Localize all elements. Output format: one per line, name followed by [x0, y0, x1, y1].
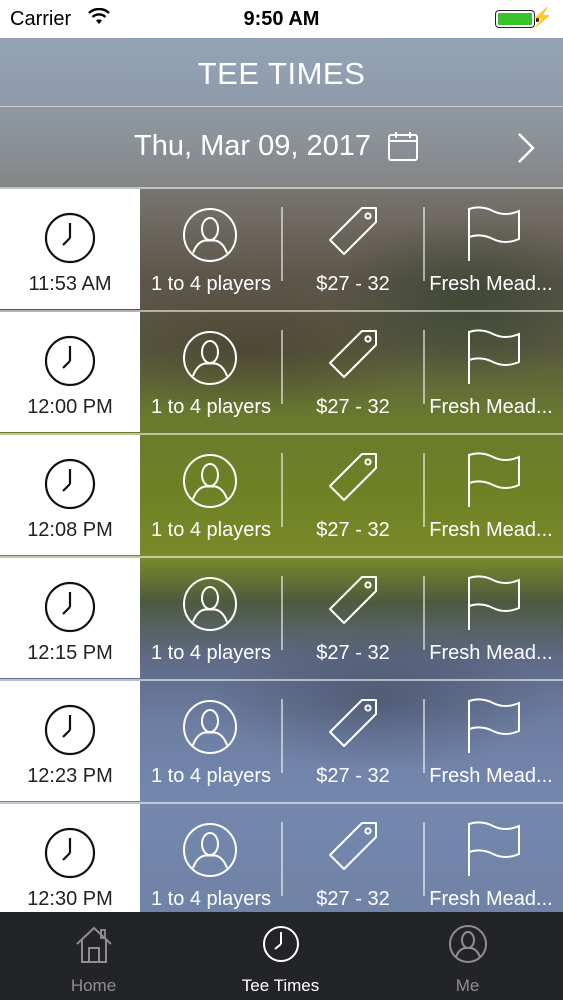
time-cell: 12:30 PM [0, 804, 140, 924]
tee-time-label: 12:23 PM [27, 765, 113, 787]
tab-tee-times[interactable]: Tee Times [187, 912, 374, 1000]
clock-icon [263, 926, 299, 962]
price-cell: $27 - 32 [282, 312, 424, 432]
tee-time-row[interactable]: 12:15 PM 1 to 4 players $27 - 32 Fresh Mead… [0, 556, 563, 678]
tab-me[interactable]: Me [374, 912, 561, 1000]
course-label: Fresh Mead... [429, 642, 553, 664]
players-label: 1 to 4 players [150, 396, 272, 418]
course-label: Fresh Mead... [429, 396, 553, 418]
time-cell: 12:23 PM [0, 681, 140, 801]
nav-header: TEE TIMES [0, 38, 563, 107]
tee-time-label: 12:08 PM [27, 519, 113, 541]
tee-time-row[interactable]: 12:00 PM 1 to 4 players $27 - 32 Fresh Mead… [0, 310, 563, 432]
price-label: $27 - 32 [316, 519, 390, 541]
players-label: 1 to 4 players [150, 888, 272, 910]
tab-tee-times-label: Tee Times [241, 976, 320, 995]
user-icon [449, 925, 487, 963]
tee-time-row[interactable]: 12:30 PM 1 to 4 players $27 - 32 Fresh Mead… [0, 802, 563, 924]
price-label: $27 - 32 [316, 273, 390, 295]
course-label: Fresh Mead... [429, 765, 553, 787]
course-cell: Fresh Mead... [420, 804, 562, 924]
date-selector[interactable]: Thu, Mar 09, 2017 [0, 107, 563, 187]
status-time: 9:50 AM [243, 8, 320, 30]
price-cell: $27 - 32 [282, 804, 424, 924]
time-cell: 12:08 PM [0, 435, 140, 555]
price-label: $27 - 32 [316, 642, 390, 664]
tab-home-label: Home [70, 976, 117, 995]
players-cell: 1 to 4 players [140, 804, 282, 924]
price-cell: $27 - 32 [282, 189, 424, 309]
players-label: 1 to 4 players [150, 273, 272, 295]
price-label: $27 - 32 [316, 765, 390, 787]
tab-home[interactable]: Home [0, 912, 187, 1000]
players-cell: 1 to 4 players [140, 189, 282, 309]
tee-time-row[interactable]: 11:53 AM 1 to 4 players $27 - 32 Fresh Mead… [0, 187, 563, 309]
tab-bar: Home Tee Times Me [0, 912, 563, 1000]
status-bar: Carrier 9:50 AM ⚡ [0, 0, 563, 38]
tee-time-row[interactable]: 12:08 PM 1 to 4 players $27 - 32 Fresh Mead… [0, 433, 563, 555]
calendar-icon[interactable] [387, 130, 419, 162]
selected-date[interactable]: Thu, Mar 09, 2017 [134, 130, 371, 163]
tee-time-label: 12:15 PM [27, 642, 113, 664]
players-cell: 1 to 4 players [140, 435, 282, 555]
tee-time-label: 11:53 AM [28, 273, 112, 295]
time-cell: 12:15 PM [0, 558, 140, 678]
course-cell: Fresh Mead... [420, 558, 562, 678]
page-title: TEE TIMES [197, 56, 366, 91]
tab-me-label: Me [455, 976, 480, 995]
course-cell: Fresh Mead... [420, 189, 562, 309]
players-label: 1 to 4 players [150, 519, 272, 541]
time-cell: 12:00 PM [0, 312, 140, 432]
course-cell: Fresh Mead... [420, 435, 562, 555]
course-cell: Fresh Mead... [420, 681, 562, 801]
players-label: 1 to 4 players [150, 765, 272, 787]
price-cell: $27 - 32 [282, 681, 424, 801]
price-label: $27 - 32 [316, 888, 390, 910]
price-label: $27 - 32 [316, 396, 390, 418]
course-label: Fresh Mead... [429, 519, 553, 541]
time-cell: 11:53 AM [0, 189, 140, 309]
charging-icon: ⚡ [530, 7, 553, 27]
course-label: Fresh Mead... [429, 273, 553, 295]
price-cell: $27 - 32 [282, 435, 424, 555]
home-icon [76, 926, 112, 963]
tee-time-label: 12:00 PM [27, 396, 113, 418]
tee-time-label: 12:30 PM [27, 888, 113, 910]
tee-time-row[interactable]: 12:23 PM 1 to 4 players $27 - 32 Fresh Mead… [0, 679, 563, 801]
players-cell: 1 to 4 players [140, 312, 282, 432]
chevron-right-icon[interactable] [506, 128, 546, 168]
players-label: 1 to 4 players [150, 642, 272, 664]
players-cell: 1 to 4 players [140, 681, 282, 801]
battery-icon [495, 10, 539, 28]
course-cell: Fresh Mead... [420, 312, 562, 432]
price-cell: $27 - 32 [282, 558, 424, 678]
players-cell: 1 to 4 players [140, 558, 282, 678]
course-label: Fresh Mead... [429, 888, 553, 910]
